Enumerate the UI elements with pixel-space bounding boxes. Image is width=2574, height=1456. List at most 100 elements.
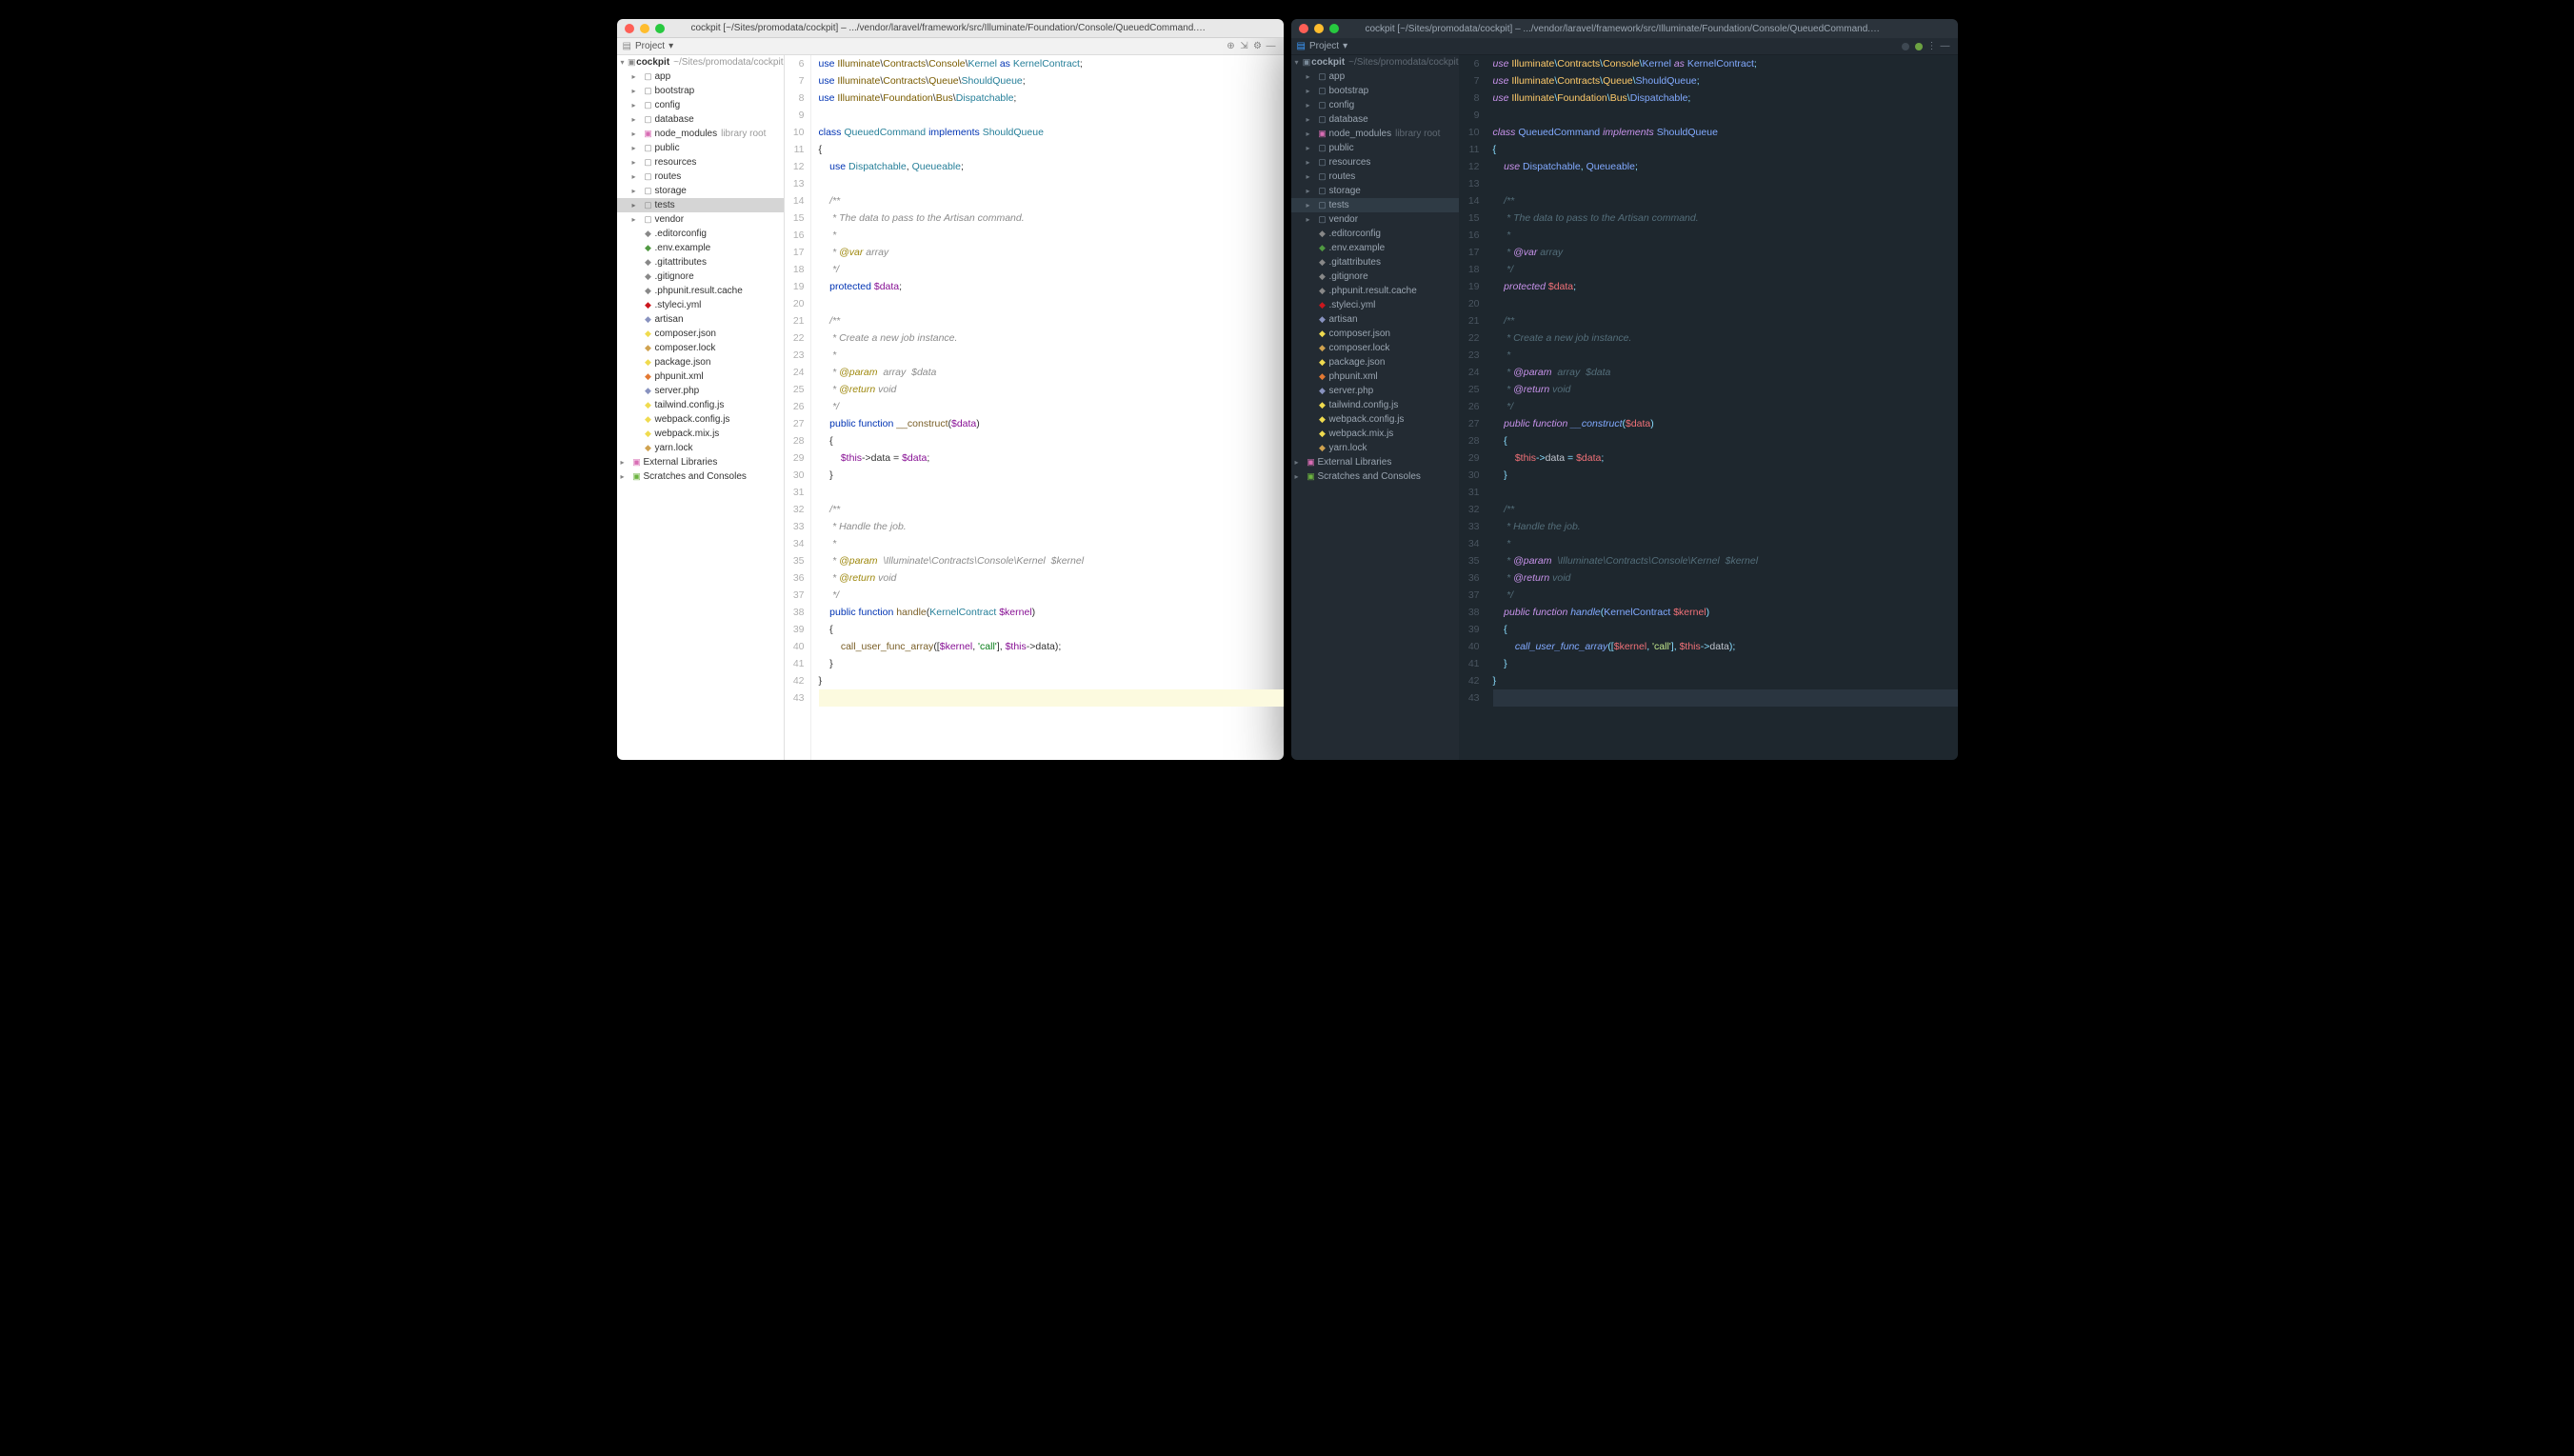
tree-row[interactable]: ▸▣Scratches and Consoles <box>617 469 784 484</box>
tree-row[interactable]: ◆.gitignore <box>617 269 784 284</box>
tree-row[interactable]: ◆phpunit.xml <box>617 369 784 384</box>
tree-row[interactable]: ◆server.php <box>1291 384 1459 398</box>
code-line[interactable]: /** <box>819 192 1284 209</box>
code-line[interactable]: * @param array $data <box>1493 364 1958 381</box>
code-line[interactable]: * @param \Illuminate\Contracts\Console\K… <box>1493 552 1958 569</box>
code-line[interactable]: * <box>1493 347 1958 364</box>
tree-row[interactable]: ◆.styleci.yml <box>1291 298 1459 312</box>
minimize-icon[interactable] <box>640 24 649 33</box>
code-line[interactable]: { <box>1493 141 1958 158</box>
tree-row[interactable]: ▸▢app <box>617 70 784 84</box>
code-line[interactable]: use Dispatchable, Queueable; <box>1493 158 1958 175</box>
code-line[interactable]: * Handle the job. <box>819 518 1284 535</box>
project-tree-dark[interactable]: ▾▣cockpit ~/Sites/promodata/cockpit▸▢app… <box>1291 55 1459 760</box>
tree-row[interactable]: ▾▣cockpit ~/Sites/promodata/cockpit <box>1291 55 1459 70</box>
code-line[interactable] <box>1493 295 1958 312</box>
project-dropdown[interactable]: ▤ Project ▾ <box>1297 41 1348 51</box>
tree-row[interactable]: ◆.env.example <box>1291 241 1459 255</box>
tree-row[interactable]: ▸▢database <box>617 112 784 127</box>
target-icon[interactable]: ⊕ <box>1225 40 1238 53</box>
code-line[interactable] <box>819 295 1284 312</box>
code-line[interactable]: call_user_func_array([$kernel, 'call'], … <box>1493 638 1958 655</box>
code-line[interactable] <box>1493 484 1958 501</box>
close-icon[interactable] <box>1299 24 1308 33</box>
tree-row[interactable]: ◆.editorconfig <box>617 227 784 241</box>
code-line[interactable]: } <box>1493 672 1958 689</box>
code-line[interactable]: * @return void <box>1493 569 1958 587</box>
maximize-icon[interactable] <box>655 24 665 33</box>
collapse-icon[interactable]: — <box>1265 40 1278 53</box>
code-line[interactable]: { <box>1493 432 1958 449</box>
code-line[interactable]: * @return void <box>1493 381 1958 398</box>
code-line[interactable]: */ <box>1493 398 1958 415</box>
code-line[interactable]: * @param \Illuminate\Contracts\Console\K… <box>819 552 1284 569</box>
tree-row[interactable]: ◆webpack.mix.js <box>1291 427 1459 441</box>
code-line[interactable]: { <box>819 141 1284 158</box>
tree-row[interactable]: ◆.editorconfig <box>1291 227 1459 241</box>
code-line[interactable]: /** <box>1493 312 1958 329</box>
code-line[interactable]: * <box>1493 227 1958 244</box>
code-line[interactable]: class QueuedCommand implements ShouldQue… <box>819 124 1284 141</box>
tree-row[interactable]: ▸▢routes <box>617 170 784 184</box>
code-editor-light[interactable]: 6789101112131415161718192021222324252627… <box>785 55 1284 760</box>
tree-row[interactable]: ◆yarn.lock <box>617 441 784 455</box>
code-light[interactable]: use Illuminate\Contracts\Console\Kernel … <box>811 55 1284 760</box>
code-line[interactable]: */ <box>819 261 1284 278</box>
code-line[interactable]: * <box>819 227 1284 244</box>
code-line[interactable]: } <box>819 467 1284 484</box>
code-line[interactable]: use Dispatchable, Queueable; <box>819 158 1284 175</box>
tree-row[interactable]: ▸▢tests <box>1291 198 1459 212</box>
tree-row[interactable]: ▸▢app <box>1291 70 1459 84</box>
tree-row[interactable]: ▸▢bootstrap <box>617 84 784 98</box>
tree-row[interactable]: ▸▣node_modules library root <box>617 127 784 141</box>
code-line[interactable]: * Create a new job instance. <box>1493 329 1958 347</box>
code-line[interactable]: /** <box>819 501 1284 518</box>
code-line[interactable]: { <box>1493 621 1958 638</box>
tree-row[interactable]: ◆server.php <box>617 384 784 398</box>
code-line[interactable]: */ <box>819 398 1284 415</box>
tree-row[interactable]: ▾▣cockpit ~/Sites/promodata/cockpit <box>617 55 784 70</box>
tree-row[interactable]: ▸▢storage <box>617 184 784 198</box>
tree-row[interactable]: ▸▢vendor <box>1291 212 1459 227</box>
code-line[interactable]: /** <box>819 312 1284 329</box>
code-line[interactable]: * @return void <box>819 381 1284 398</box>
code-line[interactable] <box>819 175 1284 192</box>
tree-row[interactable]: ◆composer.json <box>1291 327 1459 341</box>
tree-row[interactable]: ◆.gitattributes <box>617 255 784 269</box>
code-line[interactable]: } <box>1493 467 1958 484</box>
tree-row[interactable]: ◆composer.json <box>617 327 784 341</box>
tree-row[interactable]: ◆composer.lock <box>1291 341 1459 355</box>
code-line[interactable]: public function __construct($data) <box>819 415 1284 432</box>
code-line[interactable]: use Illuminate\Contracts\Console\Kernel … <box>819 55 1284 72</box>
expand-icon[interactable]: ⇲ <box>1238 40 1251 53</box>
tree-row[interactable]: ◆webpack.config.js <box>617 412 784 427</box>
tree-row[interactable]: ▸▢routes <box>1291 170 1459 184</box>
minimize-icon[interactable] <box>1314 24 1324 33</box>
code-line[interactable]: * Create a new job instance. <box>819 329 1284 347</box>
tree-row[interactable]: ◆yarn.lock <box>1291 441 1459 455</box>
tree-row[interactable]: ◆artisan <box>617 312 784 327</box>
tree-row[interactable]: ◆webpack.config.js <box>1291 412 1459 427</box>
tree-row[interactable]: ◆.gitattributes <box>1291 255 1459 269</box>
tree-row[interactable]: ◆webpack.mix.js <box>617 427 784 441</box>
tree-row[interactable]: ▸▢tests <box>617 198 784 212</box>
code-dark[interactable]: use Illuminate\Contracts\Console\Kernel … <box>1486 55 1958 760</box>
tree-row[interactable]: ▸▢storage <box>1291 184 1459 198</box>
code-line[interactable]: { <box>819 432 1284 449</box>
code-line[interactable]: class QueuedCommand implements ShouldQue… <box>1493 124 1958 141</box>
tree-row[interactable]: ◆tailwind.config.js <box>1291 398 1459 412</box>
code-line[interactable]: protected $data; <box>1493 278 1958 295</box>
code-line[interactable]: public function handle(KernelContract $k… <box>1493 604 1958 621</box>
code-line[interactable]: use Illuminate\Contracts\Console\Kernel … <box>1493 55 1958 72</box>
code-line[interactable] <box>1493 175 1958 192</box>
tree-row[interactable]: ◆.env.example <box>617 241 784 255</box>
tree-row[interactable]: ◆.styleci.yml <box>617 298 784 312</box>
tree-row[interactable]: ◆.phpunit.result.cache <box>617 284 784 298</box>
code-line[interactable]: use Illuminate\Foundation\Bus\Dispatchab… <box>1493 90 1958 107</box>
tree-row[interactable]: ◆package.json <box>617 355 784 369</box>
code-line[interactable]: } <box>819 672 1284 689</box>
code-line[interactable]: } <box>819 655 1284 672</box>
tree-row[interactable]: ▸▢public <box>617 141 784 155</box>
code-line[interactable]: $this->data = $data; <box>819 449 1284 467</box>
code-line[interactable]: $this->data = $data; <box>1493 449 1958 467</box>
